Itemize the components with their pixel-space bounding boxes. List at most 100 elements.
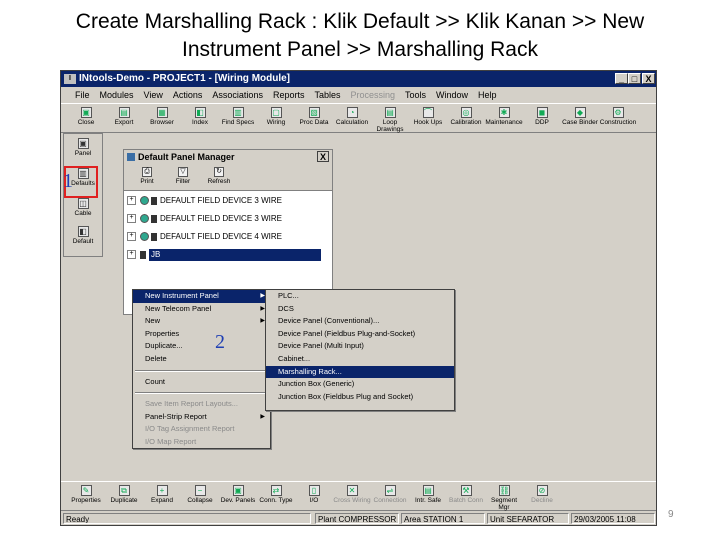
menu-window[interactable]: Window — [431, 87, 473, 103]
export-icon: ▤ — [118, 107, 130, 118]
menu-separator — [135, 369, 268, 372]
submenu-dcs[interactable]: DCS — [266, 303, 454, 316]
submenu-junction-box-generic[interactable]: Junction Box (Generic) — [266, 378, 454, 391]
menu-reports[interactable]: Reports — [268, 87, 310, 103]
menu-processing[interactable]: Processing — [345, 87, 400, 103]
expand-tool-button[interactable]: + Expand — [143, 484, 181, 508]
tree-item[interactable]: + DEFAULT FIELD DEVICE 3 WIRE — [124, 210, 332, 228]
submenu-device-panel-conventional[interactable]: Device Panel (Conventional)... — [266, 315, 454, 328]
construction-icon: ⚙ — [612, 107, 624, 118]
submenu-device-panel-multi-input[interactable]: Device Panel (Multi Input) — [266, 340, 454, 353]
close-icon: ▣ — [80, 107, 92, 118]
expand-icon[interactable]: + — [127, 232, 136, 242]
page-number: 9 — [668, 509, 674, 520]
device-icon — [140, 232, 149, 242]
collapse-tool-button[interactable]: − Collapse — [181, 484, 219, 508]
conn-type-tool-button[interactable]: ⇄ Conn. Type — [257, 484, 295, 508]
browser-tool-button[interactable]: ▦ Browser — [143, 106, 181, 130]
print-button[interactable]: ⎙ Print — [132, 167, 162, 185]
panel-module-button[interactable]: ▣ Panel — [67, 138, 99, 164]
expand-icon[interactable]: + — [127, 196, 136, 206]
menu-delete[interactable]: Delete — [133, 353, 270, 366]
status-text: Ready — [63, 513, 311, 524]
tree-item[interactable]: + DEFAULT FIELD DEVICE 4 WIRE — [124, 228, 332, 246]
expand-icon[interactable]: + — [127, 250, 136, 260]
construction-tool-button[interactable]: ⚙ Construction — [599, 106, 637, 130]
io-icon: ▯ — [308, 485, 320, 496]
maximize-button[interactable]: □ — [628, 73, 641, 84]
default-module-button[interactable]: ◧ Default — [67, 226, 99, 252]
menu-help[interactable]: Help — [473, 87, 502, 103]
maintenance-tool-button[interactable]: ✱ Maintenance — [485, 106, 523, 130]
menu-count[interactable]: Count — [133, 376, 270, 389]
proc-data-tool-button[interactable]: ▧ Proc Data — [295, 106, 333, 130]
close-window-button[interactable]: X — [642, 73, 655, 84]
menu-new[interactable]: New ▶ — [133, 315, 270, 328]
tree-item-selected[interactable]: + JB — [124, 246, 332, 264]
menu-io-map-report[interactable]: I/O Map Report — [133, 436, 270, 449]
filter-button[interactable]: ▽ Filter — [168, 167, 198, 185]
menu-save-item-report-layouts[interactable]: Save Item Report Layouts... — [133, 398, 270, 411]
menu-associations[interactable]: Associations — [207, 87, 268, 103]
connection-type-icon: ⇄ — [270, 485, 282, 496]
submenu-device-panel-fieldbus[interactable]: Device Panel (Fieldbus Plug-and-Socket) — [266, 328, 454, 341]
loop-drawings-tool-button[interactable]: ▤ Loop Drawings — [371, 106, 409, 133]
intr-safe-tool-button[interactable]: ▤ Intr. Safe — [409, 484, 447, 508]
refresh-button[interactable]: ↻ Refresh — [204, 167, 234, 185]
index-tool-button[interactable]: ◧ Index — [181, 106, 219, 130]
hook-ups-tool-button[interactable]: ⌒ Hook Ups — [409, 106, 447, 130]
menu-file[interactable]: File — [61, 87, 95, 103]
submenu-marshalling-rack[interactable]: Marshalling Rack... — [266, 365, 454, 379]
wiring-tool-button[interactable]: ▢ Wiring — [257, 106, 295, 130]
duplicate-tool-button[interactable]: ⧉ Duplicate — [105, 484, 143, 508]
io-tool-button[interactable]: ▯ I/O — [295, 484, 333, 508]
menu-panel-strip-report[interactable]: Panel-Strip Report ▶ — [133, 411, 270, 424]
submenu-arrow-icon: ▶ — [260, 413, 265, 420]
expand-icon: + — [156, 485, 168, 496]
ddp-tool-button[interactable]: ◼ DDP — [523, 106, 561, 130]
menu-new-telecom-panel[interactable]: New Telecom Panel ▶ — [133, 303, 270, 316]
submenu-cabinet[interactable]: Cabinet... — [266, 353, 454, 366]
panel-manager-close-button[interactable]: X — [317, 151, 329, 162]
slide-title: Create Marshalling Rack : Klik Default >… — [0, 8, 720, 64]
menu-modules[interactable]: Modules — [95, 87, 139, 103]
find-specs-tool-button[interactable]: ▥ Find Specs — [219, 106, 257, 130]
menu-new-instrument-panel[interactable]: New Instrument Panel ▶ — [133, 290, 270, 303]
cross-wiring-icon: ✕ — [346, 485, 358, 496]
menu-view[interactable]: View — [139, 87, 168, 103]
batch-conn-tool-button[interactable]: ⚒ Batch Conn — [447, 484, 485, 508]
junction-box-icon — [140, 250, 146, 259]
submenu-plc[interactable]: PLC... — [266, 290, 454, 303]
decline-tool-button[interactable]: ⊘ Decline — [523, 484, 561, 508]
wiring-icon: ▢ — [270, 107, 282, 118]
new-instrument-panel-submenu: PLC... DCS Device Panel (Conventional)..… — [265, 289, 455, 411]
menu-actions[interactable]: Actions — [168, 87, 208, 103]
menu-properties[interactable]: Properties — [133, 328, 270, 341]
tree-item[interactable]: + DEFAULT FIELD DEVICE 3 WIRE — [124, 192, 332, 210]
step-1-annotation: 1 — [63, 170, 73, 192]
minimize-button[interactable]: _ — [615, 73, 628, 84]
menu-duplicate[interactable]: Duplicate... — [133, 340, 270, 353]
connection-tool-button[interactable]: ⇌ Connection — [371, 484, 409, 508]
menu-io-tag-assignment-report[interactable]: I/O Tag Assignment Report — [133, 423, 270, 436]
menu-tools[interactable]: Tools — [400, 87, 431, 103]
case-binder-icon: ◆ — [574, 107, 586, 118]
status-plant: Plant COMPRESSOR — [315, 513, 399, 524]
expand-icon[interactable]: + — [127, 214, 136, 224]
calibration-tool-button[interactable]: ◎ Calibration — [447, 106, 485, 130]
cable-module-button[interactable]: ◫ Cable — [67, 198, 99, 224]
window-title: INtools-Demo - PROJECT1 - [Wiring Module… — [79, 73, 291, 84]
application-window: I INtools-Demo - PROJECT1 - [Wiring Modul… — [60, 70, 657, 526]
calculation-tool-button[interactable]: ◔ Calculation — [333, 106, 371, 130]
browser-icon: ▦ — [156, 107, 168, 118]
export-tool-button[interactable]: ▤ Export — [105, 106, 143, 130]
panel-tree: + DEFAULT FIELD DEVICE 3 WIRE + DEFAULT FI… — [124, 192, 332, 264]
segment-mgr-tool-button[interactable]: ⛓ Segment Mgr — [485, 484, 523, 511]
case-binder-tool-button[interactable]: ◆ Case Binder — [561, 106, 599, 130]
cross-wiring-tool-button[interactable]: ✕ Cross Wiring — [333, 484, 371, 508]
dev-panels-tool-button[interactable]: ▣ Dev. Panels — [219, 484, 257, 508]
close-tool-button[interactable]: ▣ Close — [67, 106, 105, 130]
submenu-junction-box-fieldbus[interactable]: Junction Box (Fieldbus Plug and Socket) — [266, 391, 454, 404]
menu-tables[interactable]: Tables — [309, 87, 345, 103]
properties-tool-button[interactable]: ✎ Properties — [67, 484, 105, 508]
